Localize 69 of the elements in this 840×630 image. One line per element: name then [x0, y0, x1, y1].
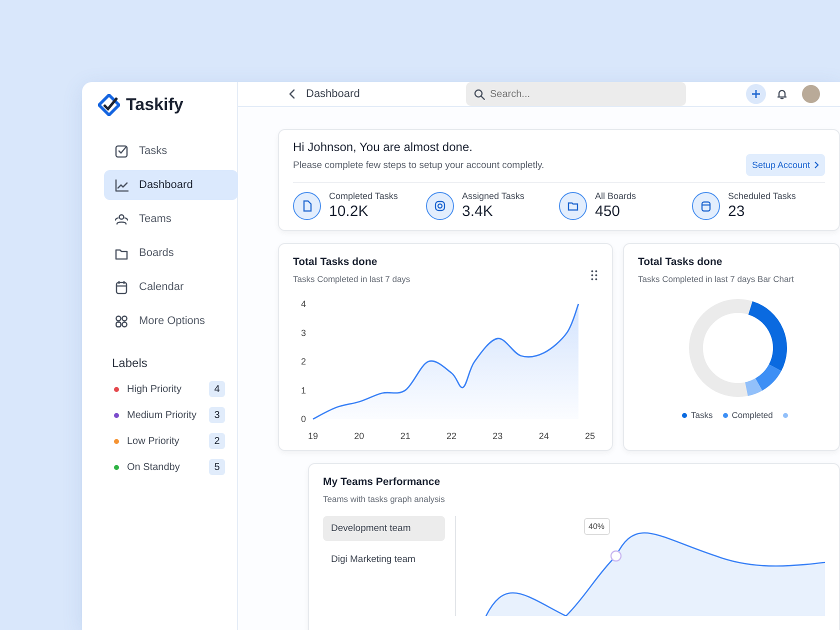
- axis-tick-label: 3: [301, 328, 306, 338]
- label-name[interactable]: Medium Priority: [127, 410, 201, 420]
- axis-tick-label: 22: [446, 431, 456, 441]
- label-name[interactable]: Low Priority: [127, 436, 201, 446]
- bell-icon[interactable]: [776, 88, 788, 100]
- welcome-title: Hi Johnson, You are almost done.: [293, 140, 474, 154]
- drag-handle-icon[interactable]: [591, 270, 598, 281]
- grid-icon: [114, 314, 129, 328]
- calendar-icon: [692, 192, 720, 220]
- sidebar-item[interactable]: Calendar: [104, 272, 238, 302]
- count-badge: 3: [209, 407, 225, 423]
- axis-tick-label: 19: [308, 431, 318, 441]
- legend-label: Completed: [732, 410, 773, 420]
- stat-value: 3.4K: [462, 203, 494, 220]
- label-name[interactable]: On Standby: [127, 462, 201, 472]
- axis-tick-label: 1: [301, 385, 306, 396]
- stat-label: Completed Tasks: [329, 191, 398, 201]
- sidebar-item[interactable]: Boards: [104, 238, 238, 268]
- axis-tick-label: 21: [400, 431, 410, 441]
- axis-tick-label: 20: [354, 431, 364, 441]
- axis-tick-label: 24: [538, 431, 549, 441]
- card-subtitle: Tasks Completed in last 7 days: [293, 274, 412, 284]
- setup-account-button[interactable]: Setup Account: [746, 154, 825, 176]
- calendar-icon: [114, 280, 129, 294]
- axis-tick-label: 4: [301, 299, 306, 309]
- team-tab[interactable]: Development team: [323, 516, 445, 541]
- plus-icon: [751, 89, 761, 99]
- sidebar-item[interactable]: Teams: [104, 204, 238, 234]
- label-name[interactable]: High Priority: [127, 384, 201, 394]
- stat-value: 23: [728, 203, 746, 220]
- axis-tick-label: 2: [301, 356, 306, 366]
- at-sign-icon: [426, 192, 454, 220]
- search-field[interactable]: Search...: [466, 82, 686, 106]
- axis-tick-label: 23: [492, 431, 503, 441]
- card-subtitle: Tasks Completed in last 7 days Bar Chart: [638, 274, 794, 284]
- stat-value: 10.2K: [329, 203, 370, 220]
- folder-icon: [559, 192, 587, 220]
- stat-label: All Boards: [595, 191, 636, 201]
- stat-label: Assigned Tasks: [462, 191, 524, 201]
- back-icon[interactable]: [288, 89, 296, 99]
- card-title: My Teams Performance: [323, 476, 442, 488]
- stat-label: Scheduled Tasks: [728, 191, 796, 201]
- count-badge: 5: [209, 459, 225, 475]
- people-icon: [114, 212, 129, 226]
- sidebar-item[interactable]: Tasks: [104, 136, 238, 166]
- logo-icon: [98, 94, 120, 116]
- line-chart-icon: [114, 178, 129, 192]
- tooltip: 40%: [584, 518, 610, 535]
- axis-tick-label: 25: [585, 431, 595, 441]
- stat-value: 450: [595, 203, 622, 220]
- team-tab[interactable]: Digi Marketing team: [323, 547, 445, 572]
- document-icon: [293, 192, 321, 220]
- card-title: Total Tasks done: [293, 256, 378, 268]
- chevron-icon: [814, 161, 819, 169]
- axis-tick-label: 0: [301, 414, 306, 424]
- section-title: Labels: [112, 356, 148, 370]
- sidebar-item[interactable]: Dashboard: [104, 170, 238, 200]
- count-badge: 4: [209, 381, 225, 397]
- welcome-text: Please complete few steps to setup your account completly.: [293, 160, 544, 171]
- checkbox-icon: [114, 144, 129, 158]
- brand-name: Taskify: [126, 95, 184, 115]
- page-title: Dashboard: [306, 88, 361, 100]
- search-icon: [474, 89, 485, 100]
- card-subtitle: Teams with tasks graph analysis: [323, 494, 446, 504]
- sidebar-item[interactable]: More Options: [104, 306, 238, 336]
- card-title: Total Tasks done: [638, 256, 724, 268]
- legend-label: Tasks: [691, 410, 713, 420]
- count-badge: 2: [209, 433, 225, 449]
- add-button[interactable]: [746, 84, 766, 104]
